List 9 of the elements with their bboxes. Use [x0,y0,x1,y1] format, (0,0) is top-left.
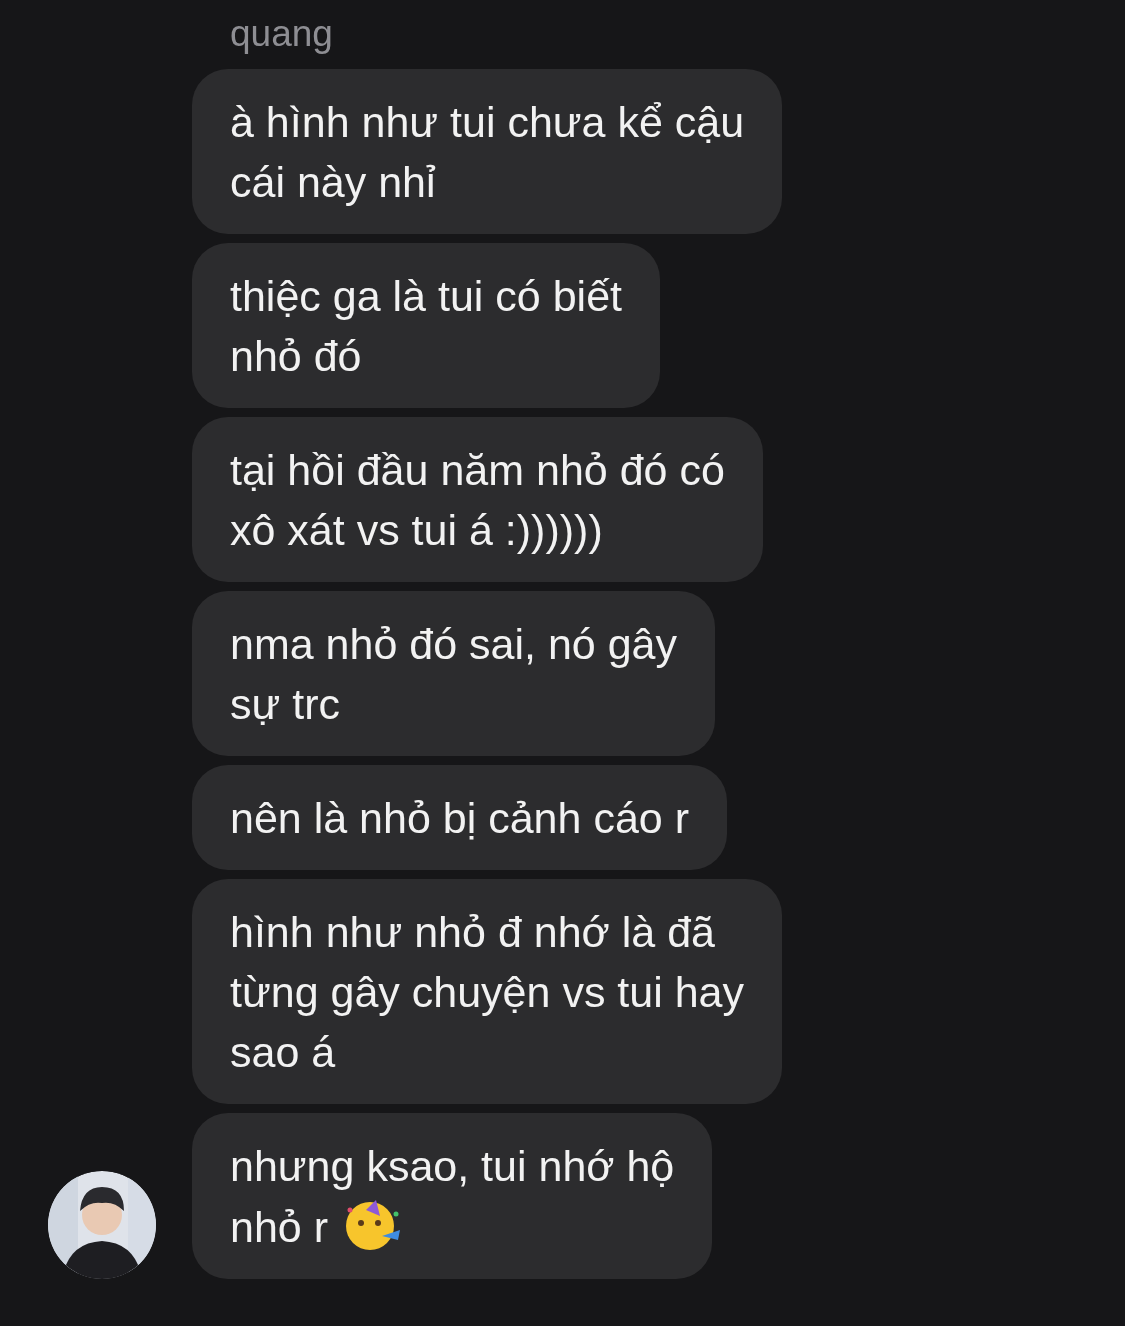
message-bubble: hình như nhỏ đ nhớ là đã từng gây chuyện vs tui hay sao á [192,878,783,1104]
message-bubble: nma nhỏ đó sai, nó gây sự trc [192,590,716,756]
message-bubble: à hình như tui chưa kể cậu cái này nhỉ [192,68,783,234]
message-bubble: nhưng ksao, tui nhớ hộ nhỏ r [192,1112,713,1279]
avatar[interactable] [48,1170,156,1279]
sender-name: quang [230,14,334,55]
message-bubble: tại hồi đầu năm nhỏ đó có xô xát vs tui á :)))))) [192,416,763,582]
message-bubble: nên là nhỏ bị cảnh cáo r [192,764,727,870]
message-bubble: thiệc ga là tui có biết nhỏ đó [192,242,661,408]
